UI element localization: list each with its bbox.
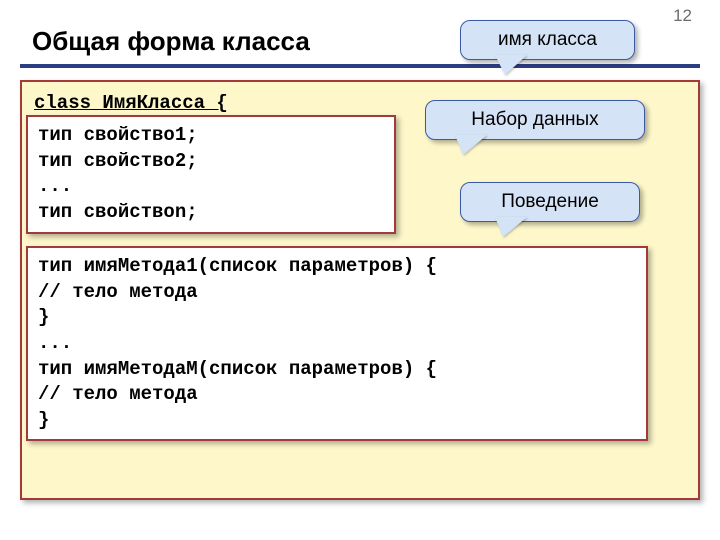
callout-tail-icon xyxy=(455,135,487,155)
callout-behavior: Поведение xyxy=(460,182,640,222)
callout-tail-icon xyxy=(495,55,527,75)
callout-tail-icon xyxy=(495,217,527,237)
page-number: 12 xyxy=(673,6,692,26)
slide-title: Общая форма класса xyxy=(32,26,310,57)
title-underline xyxy=(20,64,700,68)
properties-code-box: тип свойство1; тип свойство2; ... тип св… xyxy=(26,115,396,234)
callout-data-set: Набор данных xyxy=(425,100,645,140)
callout-class-name: имя класса xyxy=(460,20,635,60)
class-declaration-line: class ИмяКласса { xyxy=(34,92,228,114)
methods-code-box: тип имяМетода1(список параметров) { // т… xyxy=(26,246,648,441)
